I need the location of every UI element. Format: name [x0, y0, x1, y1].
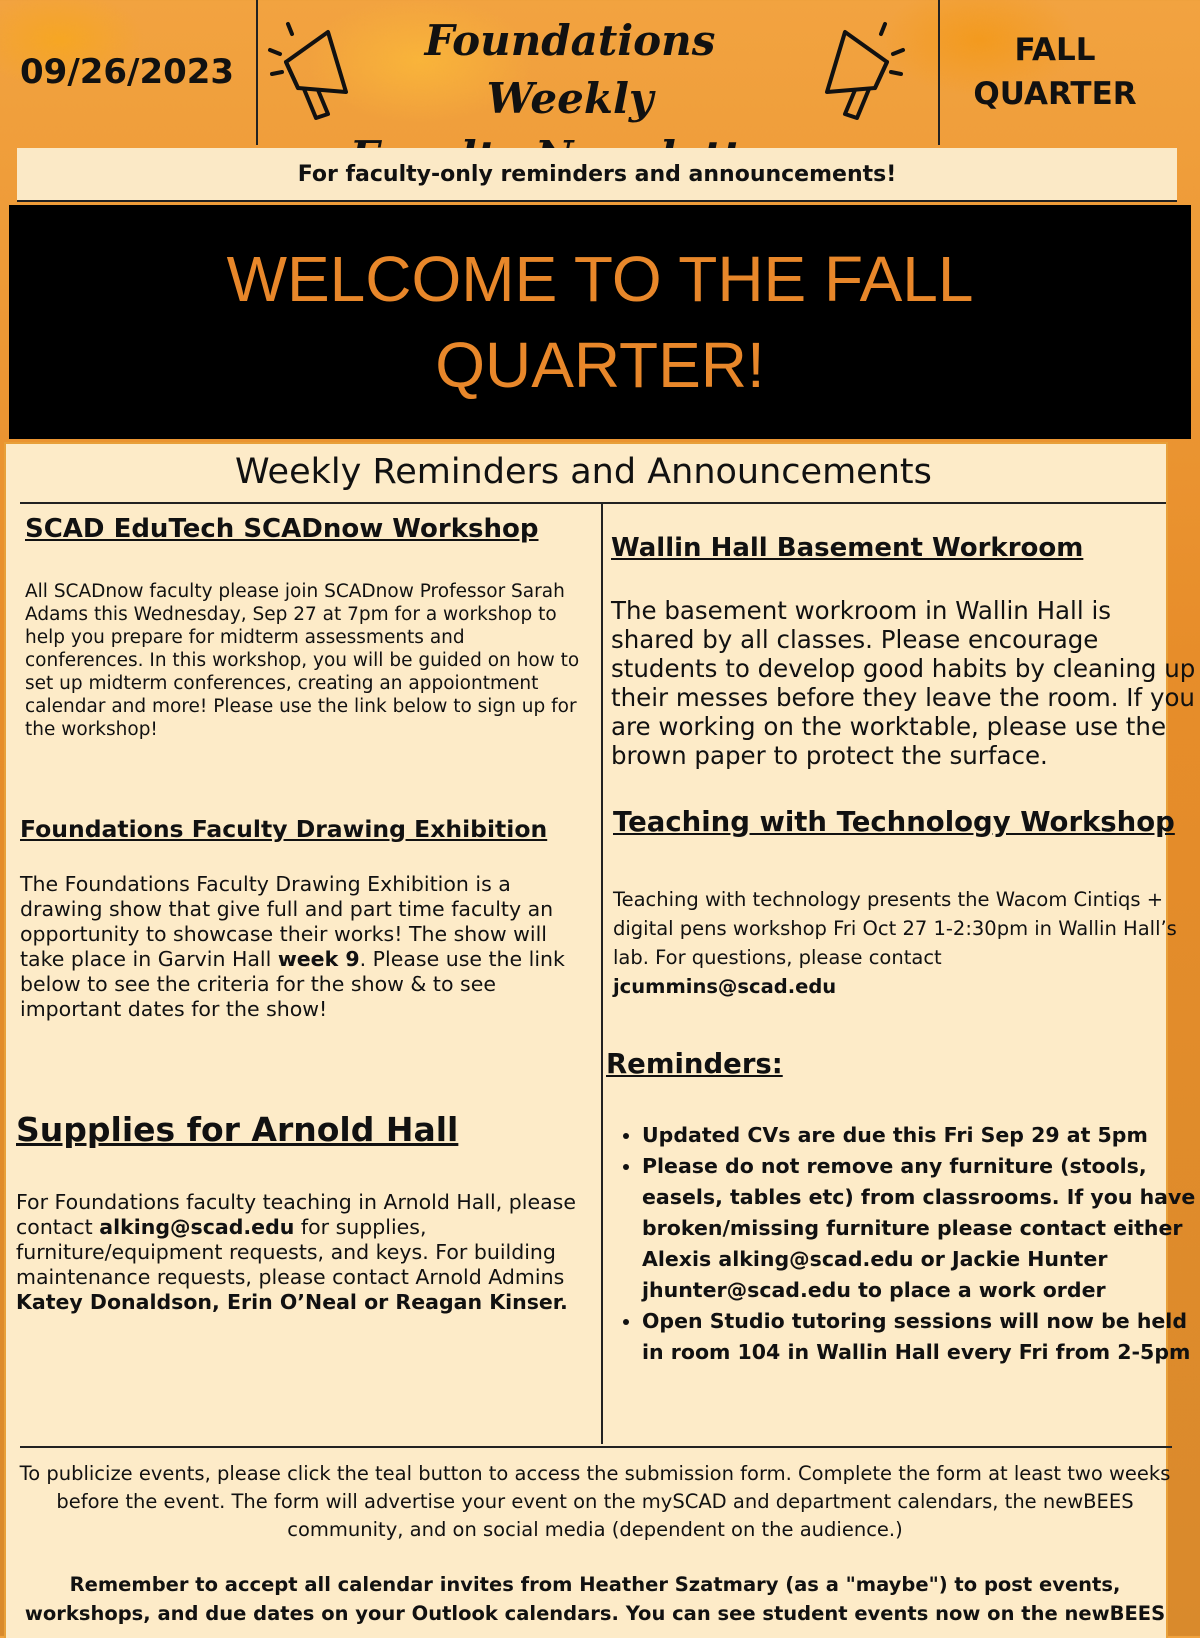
subtitle-banner: For faculty-only reminders and announcem…: [17, 148, 1177, 202]
list-item: Updated CVs are due this Fri Sep 29 at 5…: [642, 1120, 1200, 1151]
supplies-body: For Foundations faculty teaching in Arno…: [16, 1190, 586, 1315]
exhibition-week: week 9: [277, 947, 360, 971]
quarter-line-2: QUARTER: [973, 76, 1137, 112]
newsletter-header: 09/26/2023 Foundations Weekly Faculty Ne…: [0, 0, 1200, 181]
reminders-list: Updated CVs are due this Fri Sep 29 at 5…: [612, 1120, 1200, 1368]
tech-heading: Teaching with Technology Workshop: [613, 806, 1175, 838]
megaphone-icon: [825, 22, 905, 120]
tech-body-text: Teaching with technology presents the Wa…: [613, 888, 1177, 969]
exhibition-heading: Foundations Faculty Drawing Exhibition: [20, 815, 548, 843]
section-title: Weekly Reminders and Announcements: [235, 452, 932, 492]
section-rule: [20, 502, 1166, 504]
welcome-line-1: WELCOME TO THE FALL: [226, 243, 974, 315]
footer-publicize-text: To publicize events, please click the te…: [19, 1462, 1171, 1541]
title-line-1: Foundations Weekly: [424, 16, 716, 123]
wallin-heading: Wallin Hall Basement Workroom: [611, 533, 1084, 563]
list-item: Open Studio tutoring sessions will now b…: [642, 1306, 1200, 1368]
supplies-email-link[interactable]: alking@scad.edu: [99, 1215, 294, 1239]
tech-email-link[interactable]: jcummins@scad.edu: [613, 975, 836, 998]
exhibition-body: The Foundations Faculty Drawing Exhibiti…: [20, 872, 585, 1022]
header-divider: [938, 0, 940, 145]
supplies-admin-names: Katey Donaldson, Erin O’Neal or Reagan K…: [16, 1290, 568, 1314]
quarter-label: FALL QUARTER: [945, 28, 1165, 116]
welcome-line-2: QUARTER!: [435, 329, 765, 401]
reminders-heading: Reminders:: [606, 1048, 783, 1080]
tech-body: Teaching with technology presents the Wa…: [613, 885, 1188, 1001]
column-divider: [601, 504, 603, 1444]
footer-rule: [20, 1446, 1172, 1448]
newsletter-date: 09/26/2023: [20, 52, 235, 92]
list-item: Please do not remove any furniture (stoo…: [642, 1151, 1200, 1306]
edutech-body: All SCADnow faculty please join SCADnow …: [25, 581, 580, 740]
quarter-line-1: FALL: [1014, 32, 1096, 68]
supplies-heading: Supplies for Arnold Hall: [16, 1110, 459, 1149]
welcome-banner: WELCOME TO THE FALL QUARTER!: [9, 205, 1191, 439]
wallin-body: The basement workroom in Wallin Hall is …: [611, 596, 1196, 770]
edutech-heading: SCAD EduTech SCADnow Workshop: [25, 514, 539, 544]
footer-calendar-text: Remember to accept all calendar invites …: [24, 1573, 1166, 1625]
